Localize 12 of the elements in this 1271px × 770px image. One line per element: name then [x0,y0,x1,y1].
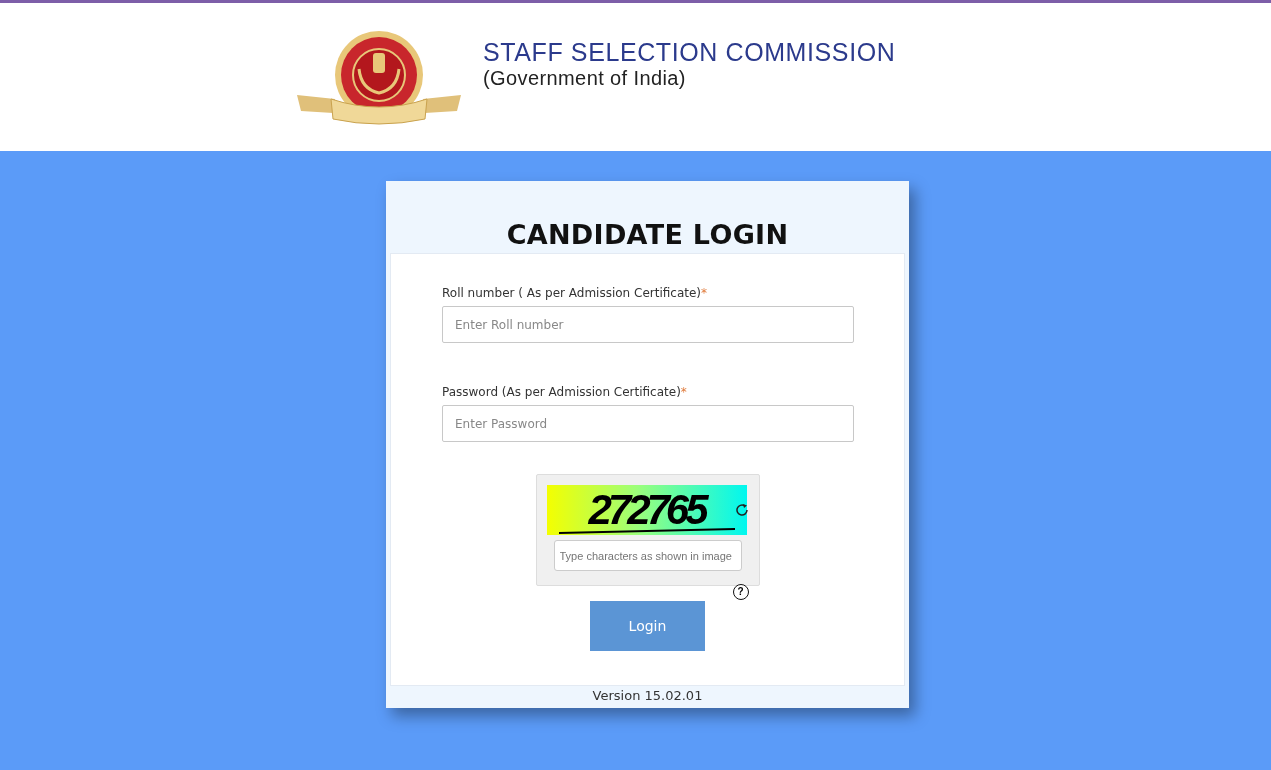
roll-number-field[interactable]: Enter Roll number [442,306,854,343]
field-label: Roll number ( As per Admission Certificate)* [442,286,709,300]
refresh-icon[interactable] [734,503,749,517]
password-field[interactable]: Enter Password [442,405,854,442]
field-label: Password (As per Admission Certificate)* [442,385,688,399]
organization-title: STAFF SELECTION COMMISSION [483,36,896,67]
version-text: Version 15.02.01 [591,687,704,705]
captcha-input[interactable]: Type characters as shown in image [553,540,742,571]
help-icon[interactable]: ? [732,584,749,600]
login-title: CANDIDATE LOGIN [506,219,789,250]
captcha-image: 272765 [546,485,747,535]
organization-subtitle: (Government of India) [483,66,687,90]
